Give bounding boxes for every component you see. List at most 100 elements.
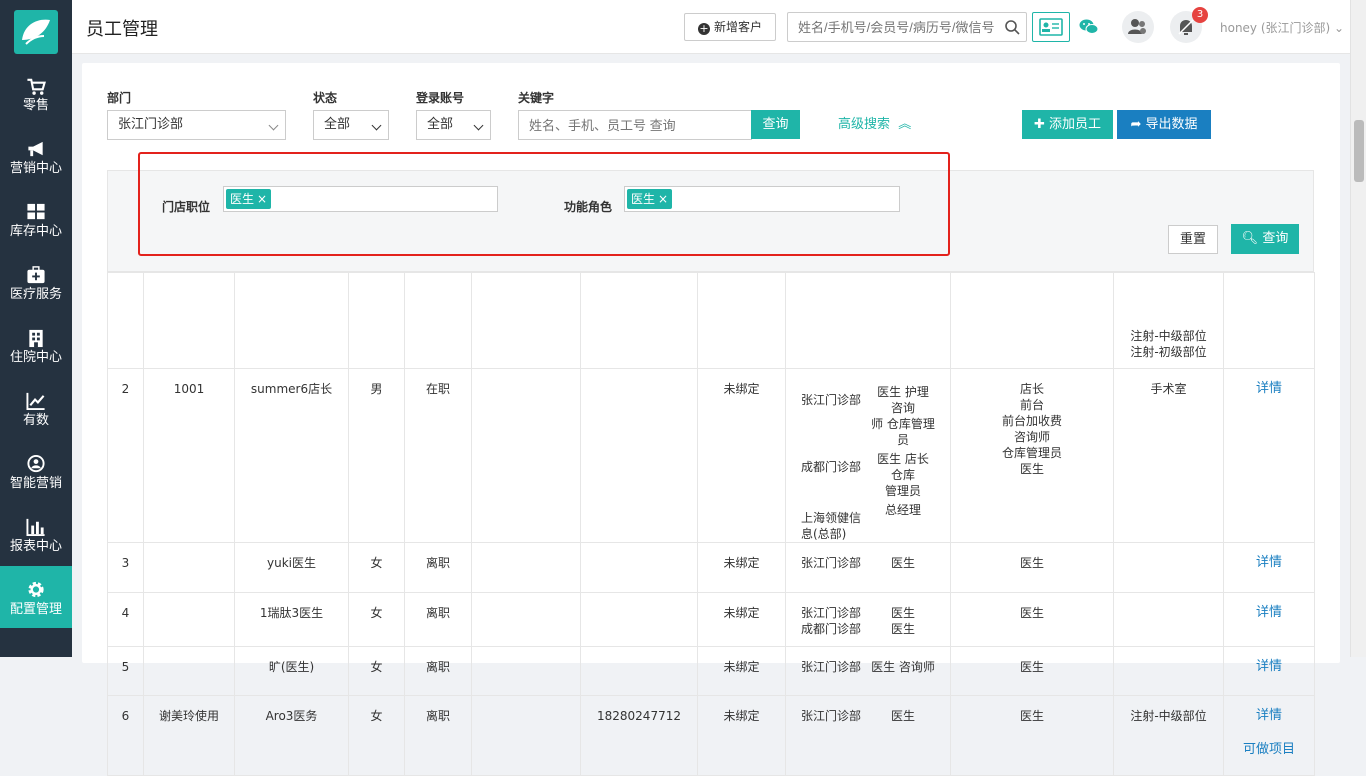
cell-name: Aro3医务 bbox=[234, 695, 349, 776]
new-customer-button[interactable]: + 新增客户 bbox=[684, 13, 776, 41]
sidebar-item-label: 有数 bbox=[22, 413, 49, 428]
export-label: 导出数据 bbox=[1145, 117, 1198, 132]
cell-level bbox=[1113, 542, 1224, 593]
cell-no: 5 bbox=[107, 646, 144, 696]
medical-kit-icon bbox=[27, 266, 45, 284]
position-line: 管理员 bbox=[884, 484, 921, 498]
cell-status: 离职 bbox=[404, 695, 472, 776]
sidebar-item-label: 报表中心 bbox=[9, 539, 62, 554]
level-line: 注射-初级部位 bbox=[1130, 345, 1207, 359]
table-row: 4 1瑞肽3医生女离职 未绑定 张江门诊部 医生 成都门诊部 医生 医生 详情 bbox=[107, 592, 1315, 647]
cell-gender: 男 bbox=[348, 368, 405, 543]
projects-link[interactable]: 可做项目 bbox=[1228, 742, 1310, 758]
sidebar-item-5[interactable]: 有数 bbox=[0, 377, 72, 439]
cell-col6 bbox=[471, 368, 581, 543]
sidebar-item-1[interactable]: 营销中心 bbox=[0, 125, 72, 187]
dept-label: 部门 bbox=[107, 91, 132, 105]
detail-link[interactable]: 详情 bbox=[1228, 605, 1310, 621]
logo bbox=[14, 10, 58, 54]
sidebar-item-2[interactable]: 库存中心 bbox=[0, 188, 72, 250]
table-row: 2 1001 summer6店长男在职 未绑定 张江门诊部 医生 护理 咨询师 仓库管理员… bbox=[107, 368, 1315, 543]
detail-link[interactable]: 详情 bbox=[1228, 555, 1310, 571]
table-row: 5 旷(医生) 女离职 未绑定 张江门诊部 医生 咨询师 医生 详情 bbox=[107, 646, 1315, 696]
bar-chart-icon bbox=[26, 518, 45, 537]
cell-col6 bbox=[471, 592, 581, 647]
cell-gender: 女 bbox=[348, 542, 405, 593]
dept-select[interactable]: 张江门诊部 bbox=[107, 110, 286, 140]
staff-table: 注射-中级部位 注射-初级部位 2 1001 summer6店长男在职 未绑定 张江门诊部医… bbox=[107, 272, 1315, 776]
cell-col6 bbox=[471, 542, 581, 593]
cell-gender: 女 bbox=[348, 646, 405, 696]
sidebar-item-0[interactable]: 零售 bbox=[0, 62, 72, 124]
reset-button[interactable]: 重置 bbox=[1168, 225, 1218, 254]
keyword-input[interactable] bbox=[519, 111, 749, 139]
scrollbar[interactable] bbox=[1350, 0, 1366, 657]
member-card-button[interactable] bbox=[1032, 12, 1070, 42]
role-select[interactable]: 医生 × bbox=[624, 186, 900, 212]
cell-status: 离职 bbox=[404, 646, 472, 696]
share-icon: ➦ bbox=[1130, 117, 1142, 132]
table-cell bbox=[348, 272, 405, 369]
sidebar-item-label: 医疗服务 bbox=[9, 287, 62, 302]
account-select[interactable]: 全部 bbox=[416, 110, 491, 140]
table-row-partial: 注射-中级部位 注射-初级部位 bbox=[107, 272, 1315, 369]
close-icon[interactable]: × bbox=[257, 192, 267, 206]
export-button[interactable]: ➦ 导出数据 bbox=[1117, 110, 1211, 139]
position-line: 总经理 bbox=[884, 503, 921, 517]
main-content: 部门 张江门诊部 状态 全部 登录账号 全部 关键字 查询 高级搜索 ︽ ✚ 添… bbox=[82, 63, 1340, 776]
scrollbar-thumb[interactable] bbox=[1354, 120, 1364, 182]
id-card-icon bbox=[1039, 18, 1063, 36]
global-search-input[interactable] bbox=[788, 13, 998, 41]
role-line: 仓库管理员 bbox=[1001, 446, 1062, 460]
sidebar-item-6[interactable]: 智能营销 bbox=[0, 440, 72, 502]
dept-value: 张江门诊部 bbox=[118, 117, 184, 132]
close-icon[interactable]: × bbox=[658, 192, 668, 206]
sidebar-item-4[interactable]: 住院中心 bbox=[0, 314, 72, 376]
detail-link[interactable]: 详情 bbox=[1228, 708, 1310, 724]
position-select[interactable]: 医生 × bbox=[223, 186, 498, 212]
team-button[interactable] bbox=[1122, 11, 1154, 43]
store-name: 成都门诊部 bbox=[801, 451, 867, 499]
status-select[interactable]: 全部 bbox=[313, 110, 389, 140]
position-name: 医生 bbox=[871, 605, 935, 621]
cell-gender: 女 bbox=[348, 695, 405, 776]
global-search[interactable] bbox=[787, 12, 1027, 42]
table-cell bbox=[471, 272, 581, 369]
sidebar-item-3[interactable]: 医疗服务 bbox=[0, 251, 72, 313]
cell-store-positions: 张江门诊部 医生 护理 咨询师 仓库管理员 成都门诊部 医生 店长 仓库 管理员 上海领健… bbox=[785, 368, 951, 543]
position-name: 医生 bbox=[871, 621, 935, 637]
store-position: 张江门诊部 医生 bbox=[790, 605, 946, 621]
search-icon[interactable] bbox=[1004, 19, 1020, 35]
sidebar: 零售 营销中心 库存中心医疗服务住院中心有数智能营销报表中心配置管理 bbox=[0, 0, 72, 657]
cell-bind: 未绑定 bbox=[697, 368, 786, 543]
user-menu[interactable]: honey (张江门诊部) ⌄ bbox=[1220, 19, 1344, 36]
cell-no: 2 bbox=[107, 368, 144, 543]
table-cell bbox=[404, 272, 472, 369]
cell-roles: 医生 bbox=[950, 542, 1114, 593]
detail-link[interactable]: 详情 bbox=[1228, 381, 1310, 397]
sidebar-item-7[interactable]: 报表中心 bbox=[0, 503, 72, 565]
wechat-icon[interactable] bbox=[1078, 16, 1100, 38]
advanced-query-label: 查询 bbox=[1262, 231, 1289, 246]
advanced-query-button[interactable]: 🔍︎ 查询 bbox=[1231, 224, 1299, 254]
cell-bind: 未绑定 bbox=[697, 646, 786, 696]
detail-link[interactable]: 详情 bbox=[1228, 659, 1310, 675]
store-line: 成都门诊部 bbox=[801, 460, 862, 474]
role-label: 功能角色 bbox=[564, 200, 613, 214]
add-staff-button[interactable]: ✚ 添加员工 bbox=[1022, 110, 1113, 139]
advanced-search-toggle[interactable]: 高级搜索 ︽ bbox=[838, 113, 911, 132]
store-line: 成都门诊部 bbox=[801, 622, 862, 636]
table-cell bbox=[950, 272, 1114, 369]
cell-emp-no bbox=[143, 592, 235, 647]
query-button[interactable]: 查询 bbox=[751, 110, 800, 139]
store-line: 息(总部) bbox=[801, 527, 847, 541]
position-tag-label: 医生 bbox=[230, 192, 255, 206]
sidebar-item-8[interactable]: 配置管理 bbox=[0, 566, 72, 628]
plus-icon: ✚ bbox=[1033, 117, 1045, 132]
keyword-field[interactable] bbox=[518, 110, 752, 140]
role-line: 医生 bbox=[1019, 660, 1044, 674]
cell-level bbox=[1113, 592, 1224, 647]
store-name: 成都门诊部 bbox=[801, 621, 867, 637]
line-chart-icon bbox=[26, 392, 45, 411]
gear-icon bbox=[28, 581, 44, 598]
